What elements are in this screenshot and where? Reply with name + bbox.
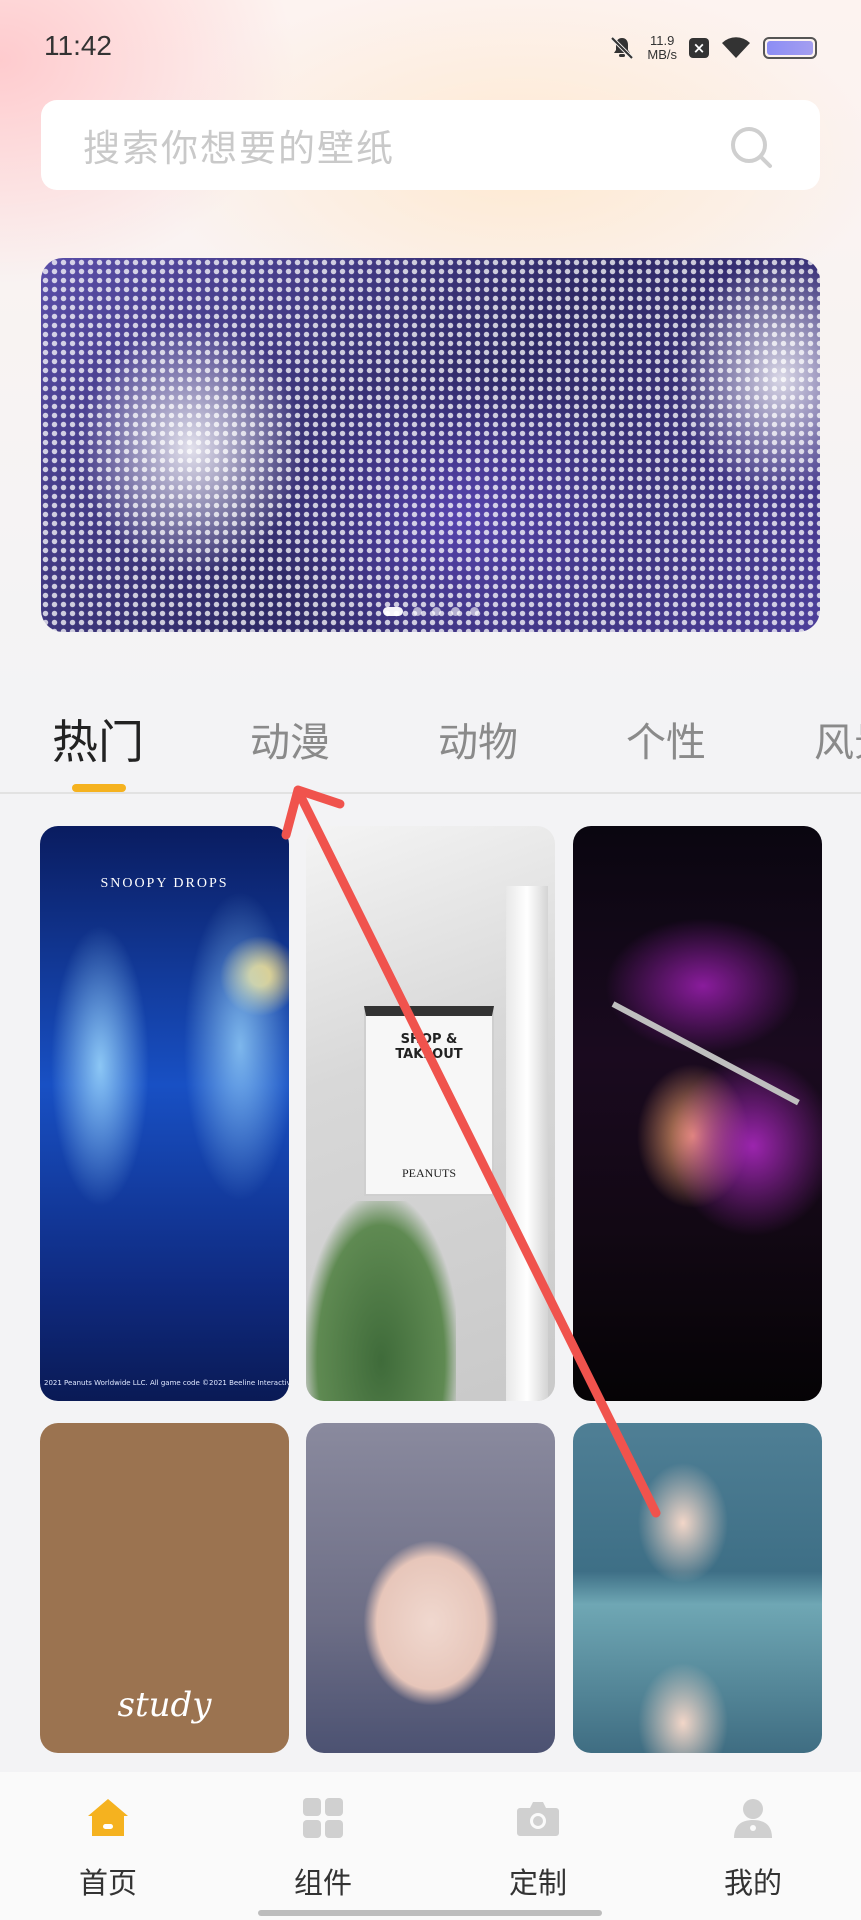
nav-profile[interactable]: 我的 [693,1794,813,1902]
wallpaper-text: study [117,1685,212,1725]
mute-bell-icon [610,36,634,60]
status-bar: 11:42 11.9 MB/s × [0,0,861,100]
tab-scenery[interactable]: 风景 [814,710,861,768]
home-indicator[interactable] [258,1910,602,1916]
status-icons: 11.9 MB/s × [609,34,817,62]
nav-label: 首页 [78,1866,137,1900]
tab-animals[interactable]: 动物 [438,710,518,768]
wallpaper-card-snoopy[interactable]: SNOOPY DROPS 2021 Peanuts Worldwide LLC.… [40,826,289,1401]
wifi-icon [722,37,750,58]
nav-label: 我的 [723,1866,782,1900]
profile-icon [734,1799,772,1838]
active-tab-indicator [72,784,126,792]
blocked-sim-icon: × [689,38,709,58]
carousel-indicator [41,607,820,616]
sign-text-bottom: PEANUTS [401,1166,456,1180]
tabs-divider [0,792,861,794]
sword [611,1001,800,1106]
widgets-icon [303,1798,343,1838]
camera-icon [517,1802,559,1836]
nav-widgets[interactable]: 组件 [263,1794,383,1902]
home-icon [88,1799,128,1836]
net-speed: 11.9 MB/s [647,34,677,62]
nav-label: 定制 [508,1866,567,1900]
nav-customize[interactable]: 定制 [478,1794,598,1902]
pillar [506,886,548,1401]
carousel-dot [469,607,479,616]
bottom-nav: 首页 组件 定制 我的 [0,1772,861,1920]
sign-text-top: SHOP & TAKEOUT [395,1032,463,1062]
status-time: 11:42 [44,30,112,61]
carousel-dot [412,607,422,616]
wallpaper-card-study[interactable]: study [40,1423,289,1753]
tab-hot[interactable]: 热门 [52,706,144,772]
carousel-dot [382,607,403,616]
nav-home[interactable]: 首页 [48,1794,168,1902]
search-bar[interactable]: 搜索你想要的壁纸 [41,100,820,190]
carousel-dot [450,607,460,616]
net-speed-value: 11.9 [650,33,675,48]
wallpaper-card-anime-warrior[interactable] [573,826,822,1401]
search-icon[interactable] [728,124,774,170]
tree [306,1201,456,1401]
wallpaper-card-portrait-collage[interactable] [573,1423,822,1753]
net-speed-unit: MB/s [647,47,677,62]
carousel-dot [431,607,441,616]
battery-level [767,41,813,55]
tab-anime[interactable]: 动漫 [250,710,330,768]
nav-label: 组件 [293,1866,352,1900]
category-tabs: 热门 动漫 动物 个性 风景 [0,700,861,794]
wallpaper-card-portrait[interactable] [306,1423,555,1753]
banner-carousel[interactable] [41,258,820,632]
tab-personality[interactable]: 个性 [626,710,706,768]
shop-sign: SHOP & TAKEOUT PEANUTS [364,1006,494,1196]
wallpaper-copyright: 2021 Peanuts Worldwide LLC. All game cod… [44,1379,289,1387]
wallpaper-title: SNOOPY DROPS [100,876,229,891]
search-placeholder: 搜索你想要的壁纸 [83,127,395,170]
battery-icon [763,37,817,59]
wallpaper-card-peanuts-sign[interactable]: SHOP & TAKEOUT PEANUTS [306,826,555,1401]
